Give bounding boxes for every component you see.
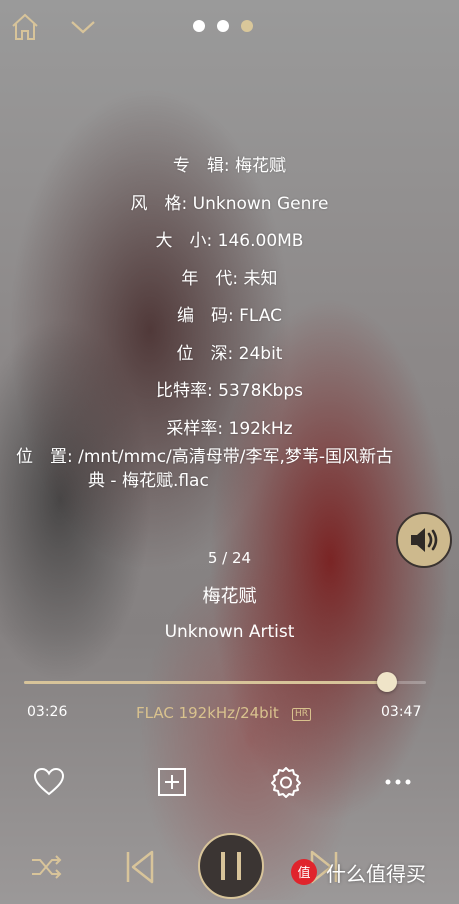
heart-icon[interactable] [31,764,67,800]
page-dot-active[interactable] [241,20,253,32]
progress-knob[interactable] [377,672,397,692]
pause-icon [198,833,264,899]
more-icon[interactable] [380,764,416,800]
info-depth: 位 深: 24bit [176,343,283,364]
chevron-down-icon[interactable] [70,16,96,38]
watermark: 值 什么值得买 [290,856,450,888]
info-size: 大 小: 146.00MB [155,231,304,251]
svg-text:值: 值 [297,865,310,881]
play-pause-button[interactable] [197,832,265,904]
audio-format: FLAC 192kHz/24bit [136,704,279,722]
shuffle-icon[interactable] [30,852,64,886]
settings-icon[interactable] [268,764,304,800]
track-info: 专 辑: 梅花赋 风 格: Unknown Genre 大 小: 146.00M… [0,148,459,448]
info-genre: 风 格: Unknown Genre [130,193,329,214]
watermark-text: 什么值得买 [326,861,426,886]
elapsed-time: 03:26 [27,704,68,720]
track-title: 梅花赋 [202,586,257,607]
total-time: 03:47 [381,704,422,720]
previous-icon[interactable] [124,848,156,890]
hr-badge: HR [292,708,312,721]
page-dot[interactable] [217,20,229,32]
track-index: 5 / 24 [207,549,252,567]
add-to-playlist-icon[interactable] [154,764,190,800]
track-artist: Unknown Artist [164,622,295,642]
info-year: 年 代: 未知 [181,268,278,289]
info-codec: 编 码: FLAC [177,306,282,326]
info-path: 位 置: /mnt/mmc/高清母带/李军,梦苇-国风新古 典 - 梅花赋.fl… [16,445,446,493]
info-samplerate: 采样率: 192kHz [166,418,293,439]
progress-fill [24,681,387,684]
top-bar [0,0,459,60]
watermark-logo-icon: 值 [291,859,317,885]
home-icon[interactable] [10,12,40,42]
info-path-line1: 位 置: /mnt/mmc/高清母带/李军,梦苇-国风新古 [16,447,394,467]
info-bitrate: 比特率: 5378Kbps [156,381,303,401]
page-dot[interactable] [193,20,205,32]
info-path-line2: 典 - 梅花赋.flac [88,471,209,491]
info-album: 专 辑: 梅花赋 [172,156,287,176]
page-indicator [193,20,253,32]
